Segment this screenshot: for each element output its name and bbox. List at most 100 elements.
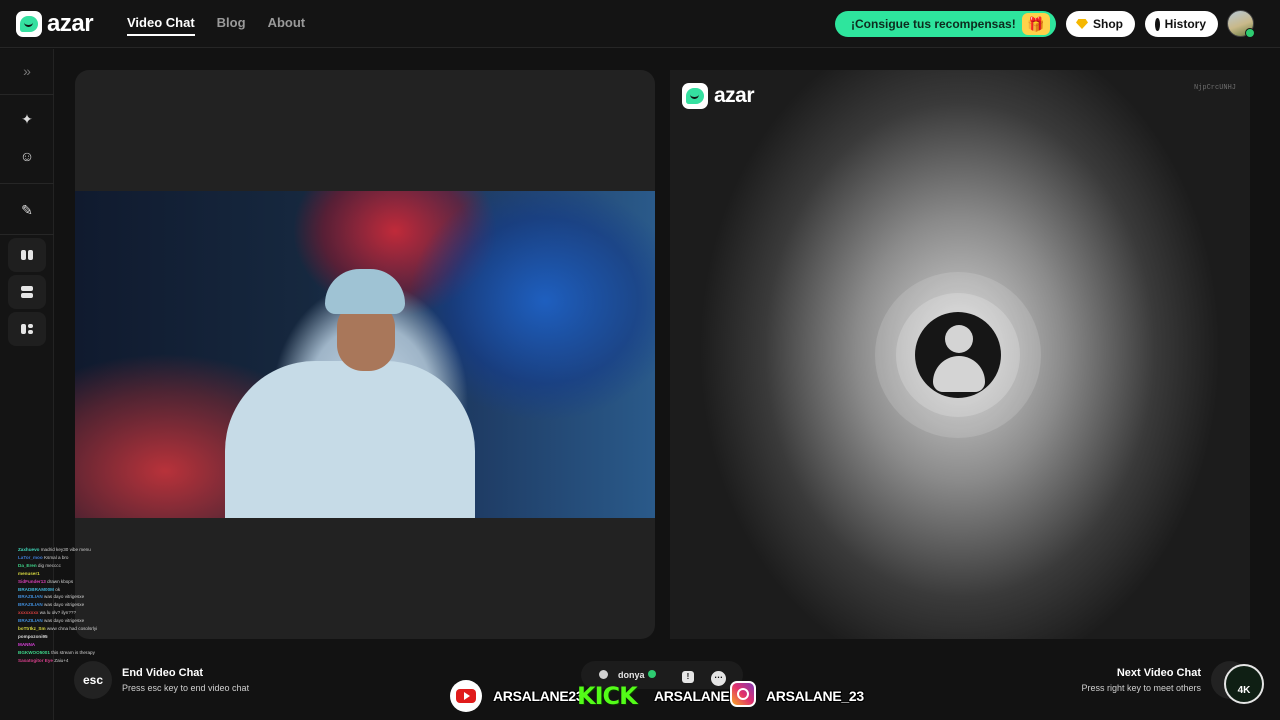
chat-username: BRADBRAM00M: [18, 586, 54, 592]
partner-name: donya: [618, 670, 645, 680]
sidebar-divider: [0, 94, 54, 95]
sidebar-divider: [0, 234, 54, 235]
kick-logo: KICK: [577, 682, 638, 710]
expand-icon: »: [23, 63, 31, 79]
nav-video-chat[interactable]: Video Chat: [127, 15, 195, 36]
azar-logo-icon: [16, 11, 42, 37]
chat-username: BRAZILIAN: [18, 602, 43, 608]
chat-username: pompozoni95: [18, 633, 48, 639]
chat-username: LaTor_moo: [18, 554, 43, 560]
chat-message: BRAZILIAN was dayo vitrigesxe: [18, 601, 148, 609]
layout-stacked-icon: [21, 286, 33, 298]
end-chat-hint: Press esc key to end video chat: [122, 683, 250, 693]
layout-grid-icon: [21, 324, 33, 334]
diamond-icon: [1076, 19, 1088, 29]
next-chat-hint: Press right key to meet others: [1081, 683, 1201, 693]
remote-video-panel: azar NjpCrcUNHJ: [670, 70, 1250, 639]
top-bar: azar Video Chat Blog About ¡Consigue tus…: [0, 0, 1280, 48]
chat-message: LaTor_moo Ksmal a bro: [18, 554, 148, 562]
chat-username: boTtrIkz_Sm: [18, 626, 46, 632]
effects-button[interactable]: ✦: [8, 102, 46, 136]
nav-blog[interactable]: Blog: [217, 15, 246, 36]
history-label: History: [1164, 17, 1206, 31]
chat-text: was dayo vitrigesxe: [44, 594, 85, 600]
chat-message: BRAZILIAN was dayo vitrigesxe: [18, 593, 148, 601]
rewards-label: ¡Consigue tus recompensas!: [851, 17, 1016, 31]
chat-message: BGKWOO5001 this stream is therapy: [18, 649, 148, 657]
logo-text: azar: [47, 10, 94, 37]
gift-icon: 🎁: [1022, 13, 1050, 35]
session-code: NjpCrcUNHJ: [1193, 84, 1236, 92]
profile-avatar[interactable]: [1227, 10, 1255, 38]
4k-badge-label: 4K: [1237, 685, 1251, 696]
chat-username: Zaxhuevo: [18, 547, 40, 552]
chat-text: ok: [55, 586, 61, 592]
azar-logo[interactable]: azar: [16, 10, 94, 37]
face-filter-button[interactable]: ☺: [8, 139, 46, 173]
instagram-icon: [730, 681, 756, 707]
chat-message: BRADBRAM00M ok: [18, 586, 148, 594]
chat-message: SidFunder13 drawn kbops: [18, 578, 148, 586]
chat-username: Da_Eren: [18, 562, 37, 568]
chat-text: drawn kbops: [47, 578, 74, 584]
esc-key-label: esc: [82, 673, 104, 687]
shop-label: Shop: [1093, 17, 1123, 31]
stream-chat-overlay: Zaxhuevo madrid key30 vibe menu LaTor_moo…: [18, 546, 148, 665]
edit-icon: ✎: [21, 201, 33, 218]
clock-icon: [1155, 17, 1162, 31]
4k-badge: 4K: [1224, 664, 1264, 704]
chat-text: dig mecccc: [37, 562, 61, 568]
chat-username: Saoatogitor Eye: [18, 657, 53, 663]
end-chat-title: End Video Chat: [122, 667, 204, 679]
nav-about[interactable]: About: [268, 15, 306, 36]
layout-side-by-side-button[interactable]: [8, 238, 46, 272]
youtube-icon: [450, 680, 482, 712]
chat-username: BRAZILIAN: [18, 618, 43, 624]
chat-text: was dayo vitrigesxe: [44, 602, 85, 608]
chat-text: was dayo vitrigesxe: [44, 618, 85, 624]
rewards-button[interactable]: ¡Consigue tus recompensas! 🎁: [835, 11, 1056, 37]
chat-text: wa lu olv? ilyn???: [39, 610, 76, 616]
chat-username: menuser1: [18, 570, 40, 576]
online-status-dot: [1245, 28, 1255, 38]
remote-azar-logo: azar: [682, 83, 755, 109]
chat-username: BGKWOO5001: [18, 649, 50, 655]
chat-message: menuser1: [18, 570, 148, 578]
instagram-handle: ARSALANE_23: [766, 688, 864, 704]
chat-message: xxxxxxxx wa lu olv? ilyn???: [18, 609, 148, 617]
local-camera-feed: [75, 191, 655, 518]
magic-wand-icon: ✦: [21, 110, 33, 127]
social-handles-overlay: ARSALANE23 KICK ARSALANE1 ARSALANE_23: [450, 680, 864, 714]
streamer-hat: [325, 269, 405, 314]
chat-username: MANNA: [18, 641, 36, 647]
chat-text: www chna had cosolsrlyi: [46, 626, 98, 632]
chat-username: BRAZILIAN: [18, 594, 43, 600]
chat-message: pompozoni95: [18, 633, 148, 641]
streamer-body: [225, 361, 475, 518]
local-video-panel: [75, 70, 655, 639]
verified-icon: [648, 670, 656, 678]
expand-sidebar-button[interactable]: »: [8, 54, 46, 88]
history-button[interactable]: History: [1145, 11, 1218, 37]
chat-message: boTtrIkz_Sm www chna had cosolsrlyi: [18, 625, 148, 633]
layout-grid-button[interactable]: [8, 312, 46, 346]
edit-button[interactable]: ✎: [8, 193, 46, 227]
chat-username: xxxxxxxx: [18, 610, 39, 616]
chat-text: this stream is therapy: [51, 649, 95, 655]
layout-side-by-side-icon: [21, 250, 33, 260]
chat-message: BRAZILIAN was dayo vitrigesxe: [18, 617, 148, 625]
chat-text: madrid key30 vibe menu: [40, 547, 91, 552]
chat-message: Zaxhuevo madrid key30 vibe menu: [18, 546, 148, 554]
chat-message: Da_Eren dig mecccc: [18, 562, 148, 570]
end-chat-button[interactable]: esc: [74, 661, 112, 699]
person-placeholder-icon: [915, 312, 1001, 398]
remote-logo-text: azar: [714, 84, 755, 107]
sidebar-divider: [0, 183, 54, 184]
chat-text: Ksmal a bro: [43, 554, 69, 560]
chat-text: Zaiu+4: [54, 657, 69, 663]
azar-logo-icon: [682, 83, 708, 109]
shop-button[interactable]: Shop: [1066, 11, 1135, 37]
layout-stacked-button[interactable]: [8, 275, 46, 309]
youtube-handle: ARSALANE23: [493, 688, 584, 704]
main-nav: Video Chat Blog About: [127, 15, 305, 36]
